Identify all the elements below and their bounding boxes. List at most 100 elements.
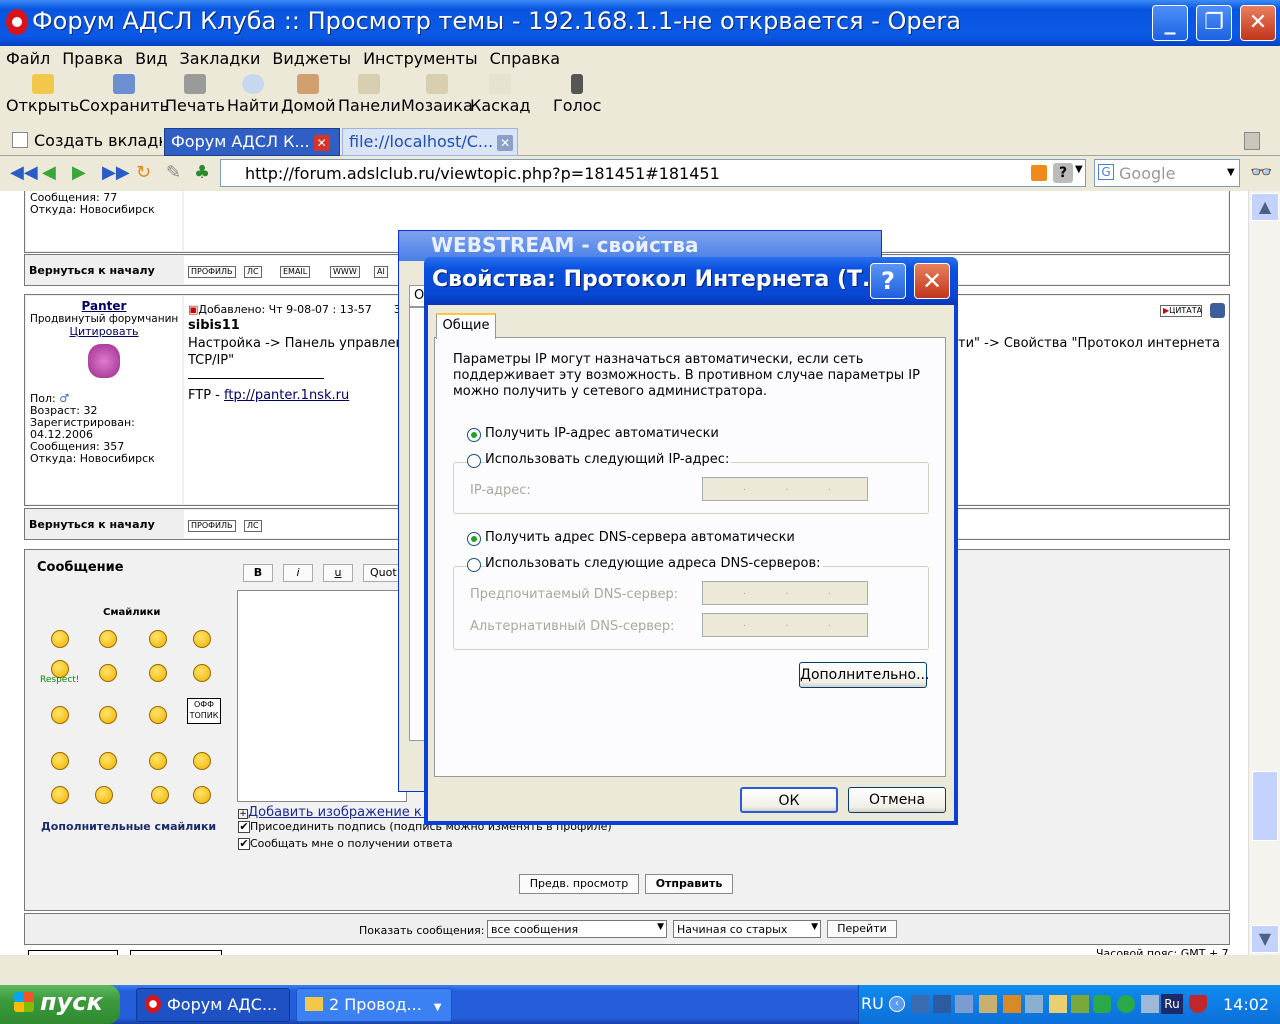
dropdown-arrow-icon[interactable]: ▼ — [1075, 164, 1083, 175]
menu-widgets[interactable]: Виджеты — [266, 46, 357, 68]
menu-edit[interactable]: Правка — [56, 46, 129, 68]
tcpip-properties-dialog[interactable]: Свойства: Протокол Интернета (Т... ? ✕ О… — [424, 257, 958, 825]
trash-icon[interactable] — [1244, 132, 1260, 150]
start-button[interactable]: пуск — [0, 985, 120, 1024]
smiley-tongue-icon[interactable] — [151, 786, 169, 804]
smiley-thumbdown-icon[interactable] — [193, 786, 211, 804]
pm-button[interactable]: ЛС — [244, 520, 262, 532]
app-tray-icon[interactable] — [1071, 995, 1089, 1013]
fast-forward-icon[interactable]: ▶▶ — [102, 162, 130, 183]
new-tab-button[interactable]: Создать вкладку — [6, 128, 162, 156]
language-indicator[interactable]: RU — [861, 994, 884, 1013]
app-tray-icon[interactable] — [1003, 995, 1021, 1013]
sort-order-select[interactable]: Начиная со старых ▼ — [673, 920, 821, 938]
smiley-sad-icon[interactable] — [193, 630, 211, 648]
author-name[interactable]: Panter — [26, 299, 182, 313]
dialog-titlebar[interactable]: Свойства: Протокол Интернета (Т... ? ✕ — [424, 257, 958, 305]
submit-button[interactable]: Отправить — [645, 874, 733, 894]
app-tray-icon[interactable] — [1141, 995, 1159, 1013]
smiley-idea-icon[interactable] — [51, 752, 69, 770]
bold-button[interactable]: B — [243, 564, 273, 582]
network-icon[interactable] — [955, 995, 973, 1013]
cascade-button[interactable]: Каскад — [470, 70, 531, 115]
search-input[interactable]: G Google ▼ — [1094, 159, 1240, 187]
italic-button[interactable]: i — [283, 564, 313, 582]
smiley-cool-icon[interactable] — [149, 706, 167, 724]
menu-bookmarks[interactable]: Закладки — [174, 46, 267, 68]
jump-button[interactable] — [130, 950, 222, 955]
smiley-music-icon[interactable] — [149, 630, 167, 648]
rss-icon[interactable] — [1031, 165, 1047, 181]
smiley-shock-icon[interactable] — [149, 664, 167, 682]
quote-tag-button[interactable]: Quot — [363, 564, 403, 582]
network-icon[interactable] — [911, 995, 929, 1013]
message-textarea[interactable] — [237, 590, 407, 802]
ip-manual-label[interactable]: Использовать следующий IP-адрес: — [485, 452, 732, 467]
ip-auto-radio[interactable] — [467, 428, 481, 442]
smiley-smile-icon[interactable] — [99, 630, 117, 648]
tile-button[interactable]: Мозаика — [401, 70, 473, 115]
antivirus-icon[interactable] — [1189, 995, 1207, 1013]
smiley-dance-icon[interactable] — [99, 752, 117, 770]
notify-option[interactable]: ✔Сообщать мне о получении ответа — [238, 837, 453, 850]
preferred-dns-field[interactable]: . . . — [702, 581, 868, 605]
help-icon[interactable]: ? — [1053, 163, 1073, 183]
glasses-icon[interactable]: 👓 — [1250, 162, 1272, 183]
underline-button[interactable]: u — [323, 564, 353, 582]
panels-button[interactable]: Панели — [338, 70, 401, 115]
back-icon[interactable]: ◀ — [42, 162, 56, 183]
preview-button[interactable]: Предв. просмотр — [519, 874, 639, 894]
icq-icon[interactable] — [1117, 995, 1135, 1013]
profile-button[interactable]: ПРОФИЛЬ — [188, 266, 236, 278]
smiley-angry-icon[interactable] — [149, 752, 167, 770]
taskbar-item-opera[interactable]: Форум АДС... — [136, 988, 290, 1022]
aim-button[interactable]: AI — [374, 266, 388, 278]
smiley-ok-icon[interactable] — [51, 786, 69, 804]
dns-auto-label[interactable]: Получить адрес DNS-сервера автоматически — [485, 530, 795, 545]
www-button[interactable]: WWW — [330, 266, 360, 278]
app-tray-icon[interactable] — [979, 995, 997, 1013]
back-to-top-link[interactable]: Вернуться к началу — [29, 264, 155, 277]
home-button[interactable]: Домой — [281, 70, 336, 115]
dialog-close-button[interactable]: ✕ — [914, 263, 950, 299]
signature-link[interactable]: ftp://panter.1nsk.ru — [224, 388, 349, 403]
tab-close-icon[interactable]: ✕ — [313, 135, 330, 151]
add-image-link[interactable]: +Добавить изображение к с — [238, 805, 433, 820]
smiley-grin-icon[interactable] — [51, 630, 69, 648]
keyboard-layout-icon[interactable]: Ru — [1161, 994, 1183, 1014]
jump-box[interactable] — [28, 950, 118, 955]
ip-manual-radio[interactable] — [467, 454, 481, 468]
dns-auto-radio[interactable] — [467, 532, 481, 546]
open-button[interactable]: Открыть — [6, 70, 79, 115]
app-tray-icon[interactable] — [1025, 995, 1043, 1013]
menu-help[interactable]: Справка — [484, 46, 567, 68]
voice-button[interactable]: Голос — [553, 70, 601, 115]
back-to-top-link[interactable]: Вернуться к началу — [29, 518, 155, 531]
scroll-up-arrow-icon[interactable]: ▲ — [1251, 193, 1279, 221]
menu-file[interactable]: Файл — [0, 46, 56, 68]
app-tray-icon[interactable] — [1093, 995, 1111, 1013]
tab-local-file[interactable]: file://localhost/C... ✕ — [342, 128, 518, 156]
tab-forum[interactable]: Форум АДСЛ К... ✕ — [164, 128, 340, 156]
smiley-surprise-icon[interactable] — [95, 786, 113, 804]
taskbar-item-explorer[interactable]: 2 Провод... ▼ — [296, 988, 452, 1022]
scroll-down-arrow-icon[interactable]: ▼ — [1251, 925, 1279, 953]
smiley-laugh-icon[interactable] — [99, 706, 117, 724]
menu-view[interactable]: Вид — [129, 46, 173, 68]
edit-icon[interactable]: ✎ — [166, 162, 181, 183]
checkbox-checked-icon[interactable]: ✔ — [238, 821, 250, 833]
smiley-wink-icon[interactable] — [99, 664, 117, 682]
smiley-eek-icon[interactable] — [193, 664, 211, 682]
quote-link[interactable]: Цитировать — [26, 325, 182, 338]
address-input[interactable]: http://forum.adslclub.ru/viewtopic.php?p… — [220, 159, 1086, 187]
smiley-dizzy-icon[interactable] — [193, 752, 211, 770]
edit-post-icon[interactable] — [1210, 303, 1225, 318]
go-button[interactable]: Перейти — [827, 920, 897, 938]
maximize-button[interactable]: ❐ — [1196, 5, 1232, 41]
checkbox-checked-icon[interactable]: ✔ — [238, 838, 250, 850]
ip-address-field[interactable]: . . . — [702, 477, 868, 501]
app-tray-icon[interactable] — [1049, 995, 1067, 1013]
save-button[interactable]: Сохранить — [79, 70, 169, 115]
more-smilies-link[interactable]: Дополнительные смайлики — [41, 820, 216, 833]
dns-manual-radio[interactable] — [467, 558, 481, 572]
